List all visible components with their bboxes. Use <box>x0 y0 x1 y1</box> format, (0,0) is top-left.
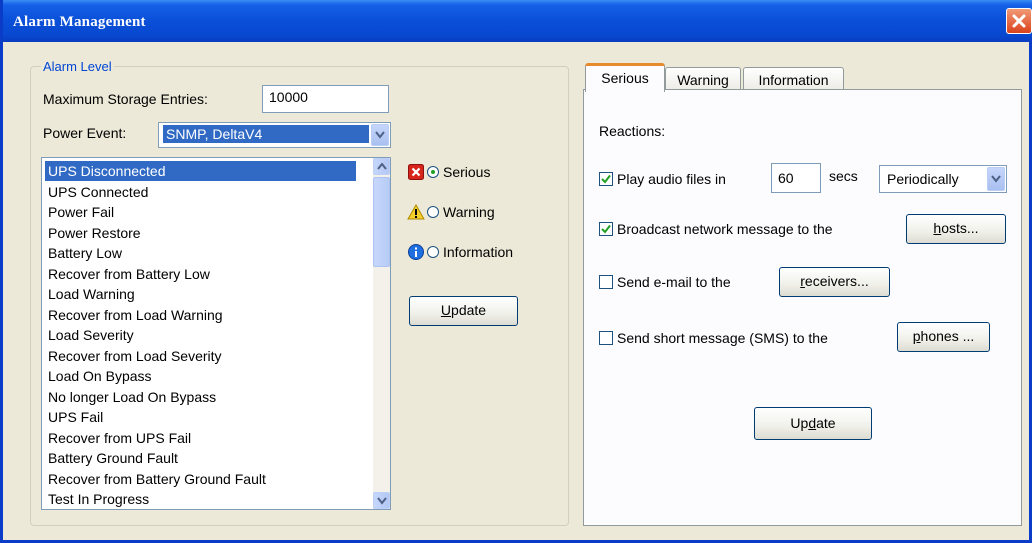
power-event-dropdown-button[interactable] <box>371 124 389 146</box>
reactions-update-button[interactable]: Update <box>754 407 872 440</box>
tab-serious[interactable]: Serious <box>585 63 665 92</box>
close-icon <box>1012 14 1026 28</box>
chevron-up-icon <box>377 163 387 170</box>
email-checkbox[interactable] <box>599 275 613 289</box>
broadcast-checkbox[interactable] <box>599 222 613 236</box>
play-audio-label: Play audio files in <box>617 171 726 187</box>
email-label: Send e-mail to the <box>617 274 731 290</box>
event-list-item[interactable]: Power Restore <box>45 223 144 243</box>
serious-tab-panel <box>583 89 1022 526</box>
scroll-up-button[interactable] <box>373 158 390 175</box>
play-audio-checkbox[interactable] <box>599 172 613 186</box>
hosts-label-post: osts... <box>941 220 979 236</box>
alarm-level-legend: Alarm Level <box>41 59 114 74</box>
receivers-label-post: eceivers... <box>804 273 869 289</box>
event-list-item[interactable]: UPS Fail <box>45 407 106 427</box>
update-label-mnemonic: U <box>440 302 452 318</box>
event-list-item[interactable]: Recover from Battery Ground Fault <box>45 469 269 489</box>
check-icon <box>601 174 611 184</box>
event-list-item[interactable]: Battery Low <box>45 243 125 263</box>
power-event-select[interactable]: SNMP, DeltaV4 <box>158 122 391 148</box>
broadcast-label: Broadcast network message to the <box>617 221 833 237</box>
audio-interval-input[interactable]: 60 <box>771 163 821 193</box>
event-list-item[interactable]: Load On Bypass <box>45 366 155 386</box>
reactions-update-label-pre: Up <box>790 415 809 431</box>
power-event-label: Power Event: <box>43 125 127 141</box>
event-list-item[interactable]: UPS Connected <box>45 182 151 202</box>
error-icon <box>408 164 424 180</box>
alarm-management-window: Alarm Management Alarm Level Maximum Sto… <box>0 0 1032 543</box>
warning-radio[interactable] <box>427 206 439 218</box>
event-list-item[interactable]: UPS Disconnected <box>45 161 356 181</box>
tab-information[interactable]: Information <box>743 67 844 91</box>
event-list-item[interactable]: Recover from Battery Low <box>45 264 213 284</box>
max-storage-label: Maximum Storage Entries: <box>43 91 208 107</box>
chevron-down-icon <box>377 497 387 505</box>
warning-icon <box>407 204 425 220</box>
title-bar[interactable]: Alarm Management <box>3 0 1032 42</box>
event-list-item[interactable]: Test In Progress <box>45 489 152 509</box>
sms-label: Send short message (SMS) to the <box>617 330 828 346</box>
scroll-down-button[interactable] <box>373 492 390 509</box>
event-list-item[interactable]: Power Fail <box>45 202 117 222</box>
event-list-item[interactable]: Load Warning <box>45 284 138 304</box>
serious-radio[interactable] <box>427 166 439 178</box>
warning-label: Warning <box>443 204 495 220</box>
update-label-post: pdate <box>451 302 487 318</box>
event-list[interactable]: UPS Disconnected UPS Connected Power Fail P… <box>41 157 391 510</box>
event-list-item[interactable]: Recover from Load Severity <box>45 346 225 366</box>
event-list-item[interactable]: Recover from Load Warning <box>45 305 226 325</box>
alarm-level-update-button[interactable]: Update <box>409 296 518 326</box>
window-title: Alarm Management <box>13 14 146 30</box>
receivers-button[interactable]: receivers... <box>779 267 890 297</box>
audio-mode-dropdown-button[interactable] <box>987 167 1005 191</box>
sms-checkbox[interactable] <box>599 331 613 345</box>
tab-warning[interactable]: Warning <box>665 67 741 91</box>
phones-label-post: hones ... <box>920 328 975 344</box>
event-list-item[interactable]: No longer Load On Bypass <box>45 387 219 407</box>
info-icon <box>408 244 424 260</box>
chevron-down-icon <box>991 175 1001 183</box>
close-button[interactable] <box>1006 8 1032 34</box>
max-storage-input[interactable]: 10000 <box>262 85 389 113</box>
audio-interval-unit: secs <box>829 168 858 184</box>
reactions-heading: Reactions: <box>599 123 666 139</box>
event-list-item[interactable]: Load Severity <box>45 325 137 345</box>
serious-label: Serious <box>443 164 491 180</box>
phones-label-mnemonic: p <box>912 328 921 344</box>
hosts-button[interactable]: hosts... <box>906 214 1006 244</box>
scroll-thumb[interactable] <box>373 177 390 267</box>
information-radio[interactable] <box>427 246 439 258</box>
check-icon <box>601 224 611 234</box>
information-label: Information <box>443 244 514 260</box>
audio-mode-value: Periodically <box>887 171 959 187</box>
event-list-item[interactable]: Recover from UPS Fail <box>45 428 194 448</box>
event-list-scrollbar[interactable] <box>373 158 390 509</box>
phones-button[interactable]: phones ... <box>897 322 990 352</box>
power-event-value: SNMP, DeltaV4 <box>163 125 369 143</box>
reactions-update-label-post: ate <box>816 415 836 431</box>
chevron-down-icon <box>375 131 385 139</box>
audio-mode-select[interactable]: Periodically <box>879 165 1007 193</box>
event-list-item[interactable]: Battery Ground Fault <box>45 448 181 468</box>
reactions-update-label-mnemonic: d <box>808 415 817 431</box>
